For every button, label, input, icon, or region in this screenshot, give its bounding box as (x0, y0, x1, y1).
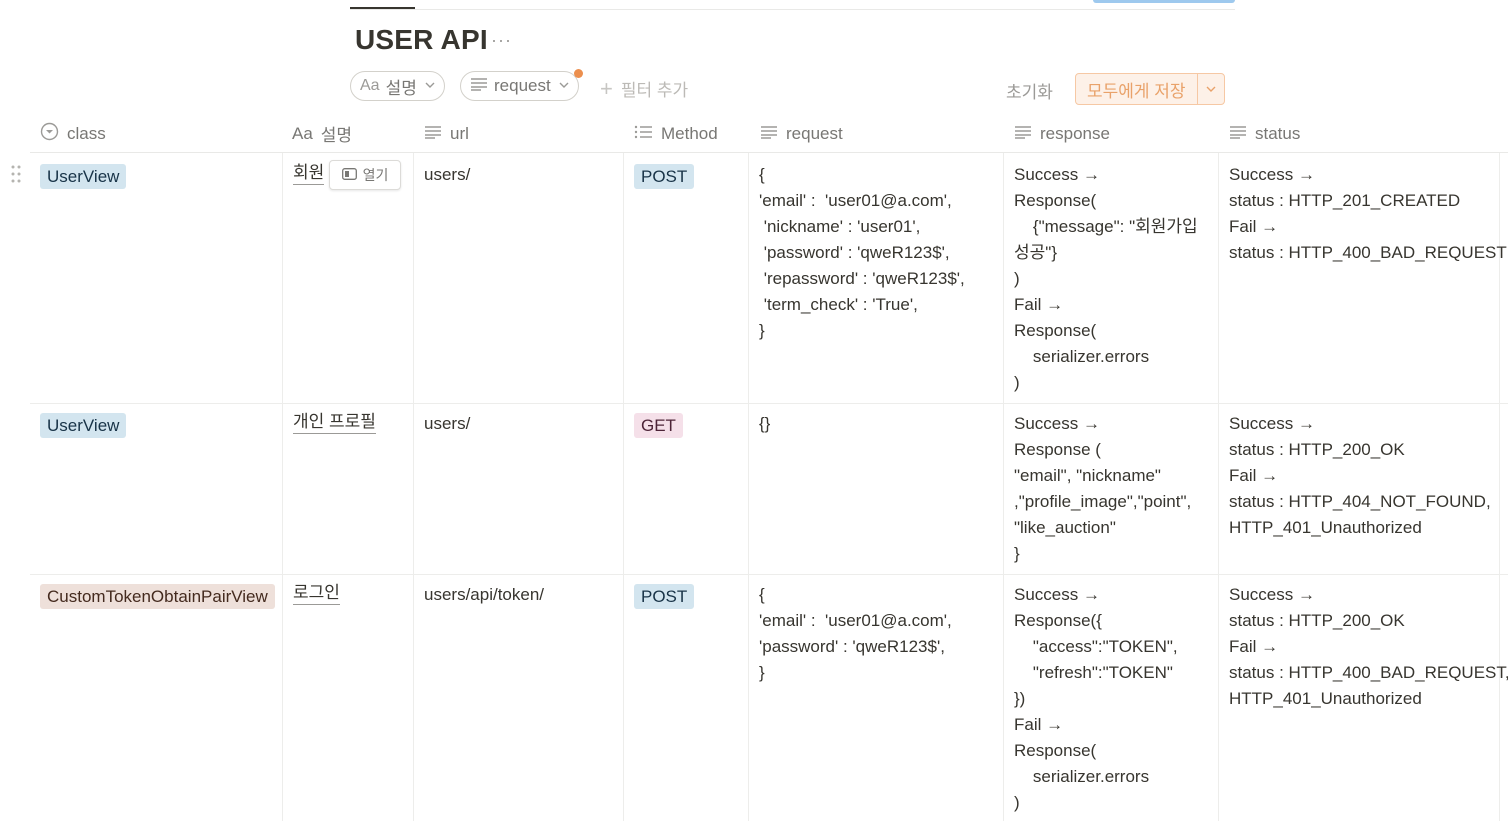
list-icon (634, 124, 653, 144)
column-label: url (450, 123, 469, 143)
text-property-icon (470, 76, 488, 96)
status-cell[interactable]: Success → status : HTTP_200_OK Fail → st… (1229, 411, 1491, 541)
column-label: request (786, 123, 843, 143)
chevron-down-icon[interactable] (1196, 74, 1224, 104)
column-label: Method (661, 123, 718, 143)
column-divider (748, 153, 749, 821)
text-icon (1229, 124, 1247, 144)
method-tag[interactable]: POST (634, 164, 695, 189)
url-cell[interactable]: users/ (424, 162, 470, 188)
request-filter-chip[interactable]: request (460, 69, 583, 101)
column-divider (623, 153, 624, 821)
class-tag[interactable]: UserView (40, 413, 127, 438)
row-divider (30, 574, 1508, 575)
row-title-link[interactable]: 회원 (293, 162, 325, 185)
column-label: 설명 (320, 126, 353, 145)
add-filter-label: 필터 추가 (620, 81, 689, 100)
request-cell[interactable]: { 'email' : 'user01@a.com', 'nickname' :… (759, 162, 965, 344)
column-divider (413, 153, 414, 821)
method-tag[interactable]: POST (634, 584, 695, 609)
chevron-down-icon (425, 81, 435, 92)
row-title-link[interactable]: 개인 프로필 (293, 411, 376, 434)
active-view-tab-indicator (350, 7, 415, 9)
unsaved-indicator-dot (573, 69, 583, 78)
response-cell[interactable]: Success → Response({ "access":"TOKEN", "… (1014, 582, 1178, 816)
chevron-down-icon (559, 81, 569, 92)
open-panel-icon (341, 167, 357, 183)
text-icon (424, 124, 442, 144)
more-options-icon[interactable]: ··· (491, 30, 512, 51)
method-tag[interactable]: GET (634, 413, 683, 438)
page-title: USER API (355, 24, 488, 55)
response-cell[interactable]: Success → Response( {"message": "회원가입 성공… (1014, 162, 1198, 396)
column-label: response (1040, 123, 1110, 143)
column-divider (1218, 153, 1219, 821)
column-label: status (1255, 123, 1301, 143)
top-divider (350, 9, 1235, 10)
table-header-row: class Aa 설명 url Method request response … (30, 114, 1508, 153)
column-header-request[interactable]: request (760, 114, 843, 153)
column-header-url[interactable]: url (424, 114, 469, 153)
request-chip-label: request (494, 76, 551, 95)
column-header-method[interactable]: Method (634, 114, 718, 153)
column-divider (282, 153, 283, 821)
status-cell[interactable]: Success → status : HTTP_200_OK Fail → st… (1229, 582, 1508, 712)
column-header-status[interactable]: status (1229, 114, 1300, 153)
sort-chip-label: 설명 (385, 78, 417, 98)
new-button-edge[interactable] (1093, 0, 1235, 3)
column-header-response[interactable]: response (1014, 114, 1110, 153)
url-cell[interactable]: users/ (424, 411, 470, 437)
select-icon (40, 122, 59, 146)
save-for-everyone-button[interactable]: 모두에게 저장 (1076, 74, 1197, 104)
text-icon (760, 124, 778, 144)
column-header-description[interactable]: Aa 설명 (292, 114, 352, 153)
column-header-class[interactable]: class (40, 114, 106, 153)
status-cell[interactable]: Success → status : HTTP_201_CREATED Fail… (1229, 162, 1507, 266)
url-cell[interactable]: users/api/token/ (424, 582, 544, 608)
open-label: 열기 (362, 167, 389, 183)
class-tag[interactable]: UserView (40, 164, 127, 189)
column-divider (1003, 153, 1004, 821)
row-title-link[interactable]: 로그인 (293, 582, 340, 605)
reset-button[interactable]: 초기화 (1006, 78, 1053, 103)
plus-icon: + (600, 75, 613, 101)
title-icon: Aa (292, 123, 313, 143)
add-filter-button[interactable]: + 필터 추가 (600, 76, 688, 101)
response-cell[interactable]: Success → Response ( "email", "nickname"… (1014, 411, 1191, 567)
sort-chip[interactable]: Aa 설명 (350, 71, 445, 101)
row-divider (30, 403, 1508, 404)
text-icon (1014, 124, 1032, 144)
drag-handle-icon[interactable] (10, 164, 22, 184)
column-label: class (67, 123, 106, 143)
class-tag[interactable]: CustomTokenObtainPairView (40, 584, 275, 609)
open-page-button[interactable]: 열기 (329, 160, 401, 190)
title-property-icon: Aa (360, 77, 380, 94)
save-for-everyone-group: 모두에게 저장 (1075, 73, 1225, 105)
request-cell[interactable]: { 'email' : 'user01@a.com', 'password' :… (759, 582, 952, 686)
request-cell[interactable]: {} (759, 411, 770, 437)
